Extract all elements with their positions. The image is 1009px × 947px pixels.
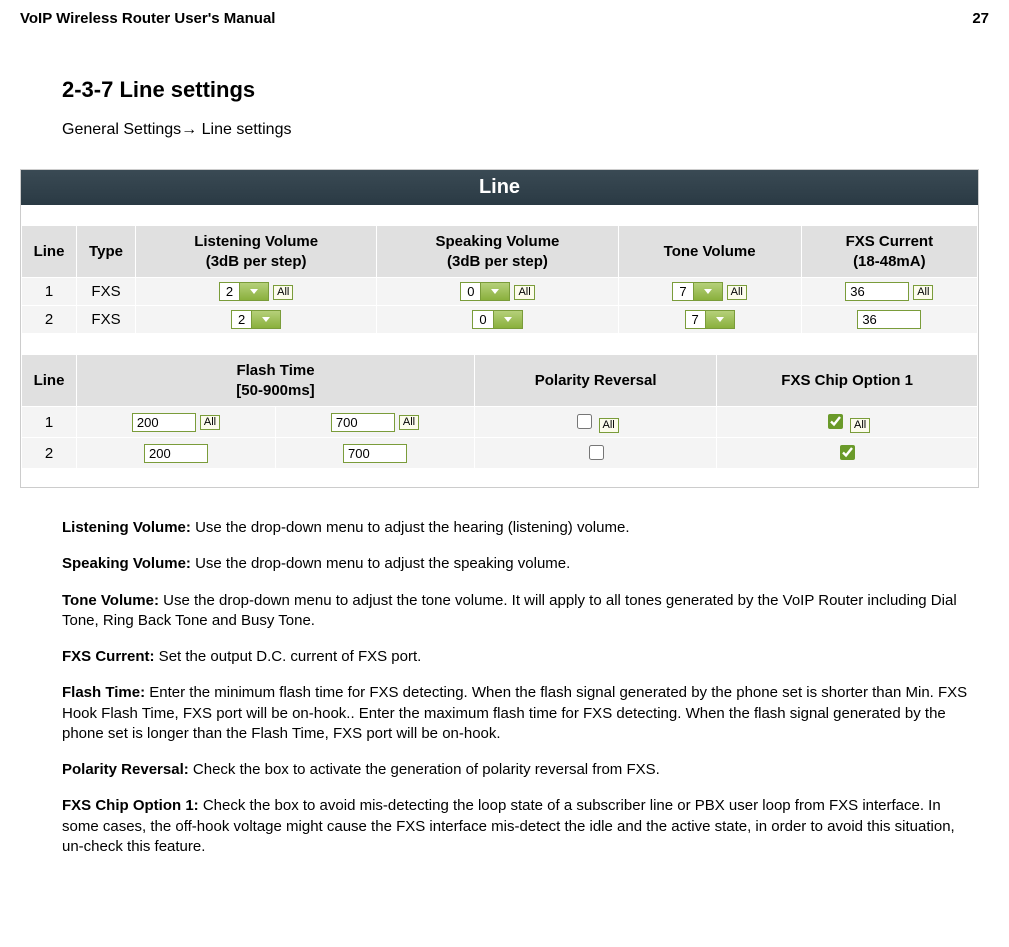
chevron-down-icon bbox=[251, 311, 280, 328]
all-button[interactable]: All bbox=[514, 285, 534, 300]
table-row: 1 FXS 2 All 0 All 7 All All bbox=[22, 278, 977, 305]
tone-select[interactable]: 7 bbox=[685, 310, 735, 329]
all-button[interactable]: All bbox=[727, 285, 747, 300]
line-panel: Line Line Type Listening Volume(3dB per … bbox=[20, 169, 979, 488]
th-type: Type bbox=[77, 226, 135, 277]
desc-text: Use the drop-down menu to adjust the hea… bbox=[191, 519, 630, 536]
all-button[interactable]: All bbox=[599, 418, 619, 433]
all-button[interactable]: All bbox=[399, 415, 419, 430]
doc-title: VoIP Wireless Router User's Manual bbox=[20, 10, 275, 27]
th-chip: FXS Chip Option 1 bbox=[717, 355, 977, 406]
all-button[interactable]: All bbox=[850, 418, 870, 433]
table-row: 2 bbox=[22, 438, 977, 468]
cell-line: 1 bbox=[22, 407, 76, 437]
listening-select[interactable]: 2 bbox=[219, 282, 269, 301]
line-table-2: Line Flash Time[50-900ms] Polarity Rever… bbox=[21, 354, 978, 469]
th-fxs: FXS Current(18-48mA) bbox=[802, 226, 977, 277]
chevron-down-icon bbox=[693, 283, 722, 300]
flash-min-input[interactable] bbox=[132, 413, 196, 432]
desc-label: Flash Time: bbox=[62, 684, 145, 701]
polarity-checkbox[interactable] bbox=[577, 414, 592, 429]
th-speaking: Speaking Volume(3dB per step) bbox=[377, 226, 617, 277]
desc-text: Set the output D.C. current of FXS port. bbox=[155, 648, 422, 665]
flash-min-input[interactable] bbox=[144, 444, 208, 463]
cell-type: FXS bbox=[77, 278, 135, 305]
chevron-down-icon bbox=[480, 283, 509, 300]
flash-max-input[interactable] bbox=[343, 444, 407, 463]
fxs-input[interactable] bbox=[857, 310, 921, 329]
panel-title: Line bbox=[21, 170, 978, 205]
flash-max-input[interactable] bbox=[331, 413, 395, 432]
chevron-down-icon bbox=[493, 311, 522, 328]
desc-text: Check the box to activate the generation… bbox=[189, 761, 660, 778]
th-line: Line bbox=[22, 355, 76, 406]
desc-label: FXS Chip Option 1: bbox=[62, 797, 199, 814]
fxs-input[interactable] bbox=[845, 282, 909, 301]
listening-select[interactable]: 2 bbox=[231, 310, 281, 329]
desc-text: Use the drop-down menu to adjust the spe… bbox=[191, 555, 570, 572]
descriptions: Listening Volume: Use the drop-down menu… bbox=[62, 518, 979, 857]
all-button[interactable]: All bbox=[913, 285, 933, 300]
desc-label: FXS Current: bbox=[62, 648, 155, 665]
chip-checkbox[interactable] bbox=[828, 414, 843, 429]
chevron-down-icon bbox=[239, 283, 268, 300]
desc-text: Use the drop-down menu to adjust the ton… bbox=[62, 592, 957, 629]
speaking-select[interactable]: 0 bbox=[472, 310, 522, 329]
breadcrumb: General Settings→ Line settings bbox=[62, 121, 979, 139]
page-number: 27 bbox=[972, 10, 989, 27]
section-title: 2-3-7 Line settings bbox=[62, 77, 979, 103]
all-button[interactable]: All bbox=[273, 285, 293, 300]
page-header: VoIP Wireless Router User's Manual 27 bbox=[20, 10, 989, 27]
desc-label: Listening Volume: bbox=[62, 519, 191, 536]
cell-line: 2 bbox=[22, 438, 76, 468]
cell-line: 1 bbox=[22, 278, 76, 305]
th-tone: Tone Volume bbox=[619, 226, 801, 277]
desc-label: Speaking Volume: bbox=[62, 555, 191, 572]
desc-label: Polarity Reversal: bbox=[62, 761, 189, 778]
chevron-down-icon bbox=[705, 311, 734, 328]
table-row: 2 FXS 2 0 7 bbox=[22, 306, 977, 333]
th-polarity: Polarity Reversal bbox=[475, 355, 716, 406]
all-button[interactable]: All bbox=[200, 415, 220, 430]
desc-label: Tone Volume: bbox=[62, 592, 159, 609]
speaking-select[interactable]: 0 bbox=[460, 282, 510, 301]
chip-checkbox[interactable] bbox=[840, 445, 855, 460]
th-listening: Listening Volume(3dB per step) bbox=[136, 226, 376, 277]
cell-line: 2 bbox=[22, 306, 76, 333]
th-flash: Flash Time[50-900ms] bbox=[77, 355, 474, 406]
desc-text: Enter the minimum flash time for FXS det… bbox=[62, 684, 967, 742]
table-row: 1 All All All All bbox=[22, 407, 977, 437]
cell-type: FXS bbox=[77, 306, 135, 333]
line-table-1: Line Type Listening Volume(3dB per step)… bbox=[21, 225, 978, 334]
tone-select[interactable]: 7 bbox=[672, 282, 722, 301]
th-line: Line bbox=[22, 226, 76, 277]
polarity-checkbox[interactable] bbox=[589, 445, 604, 460]
